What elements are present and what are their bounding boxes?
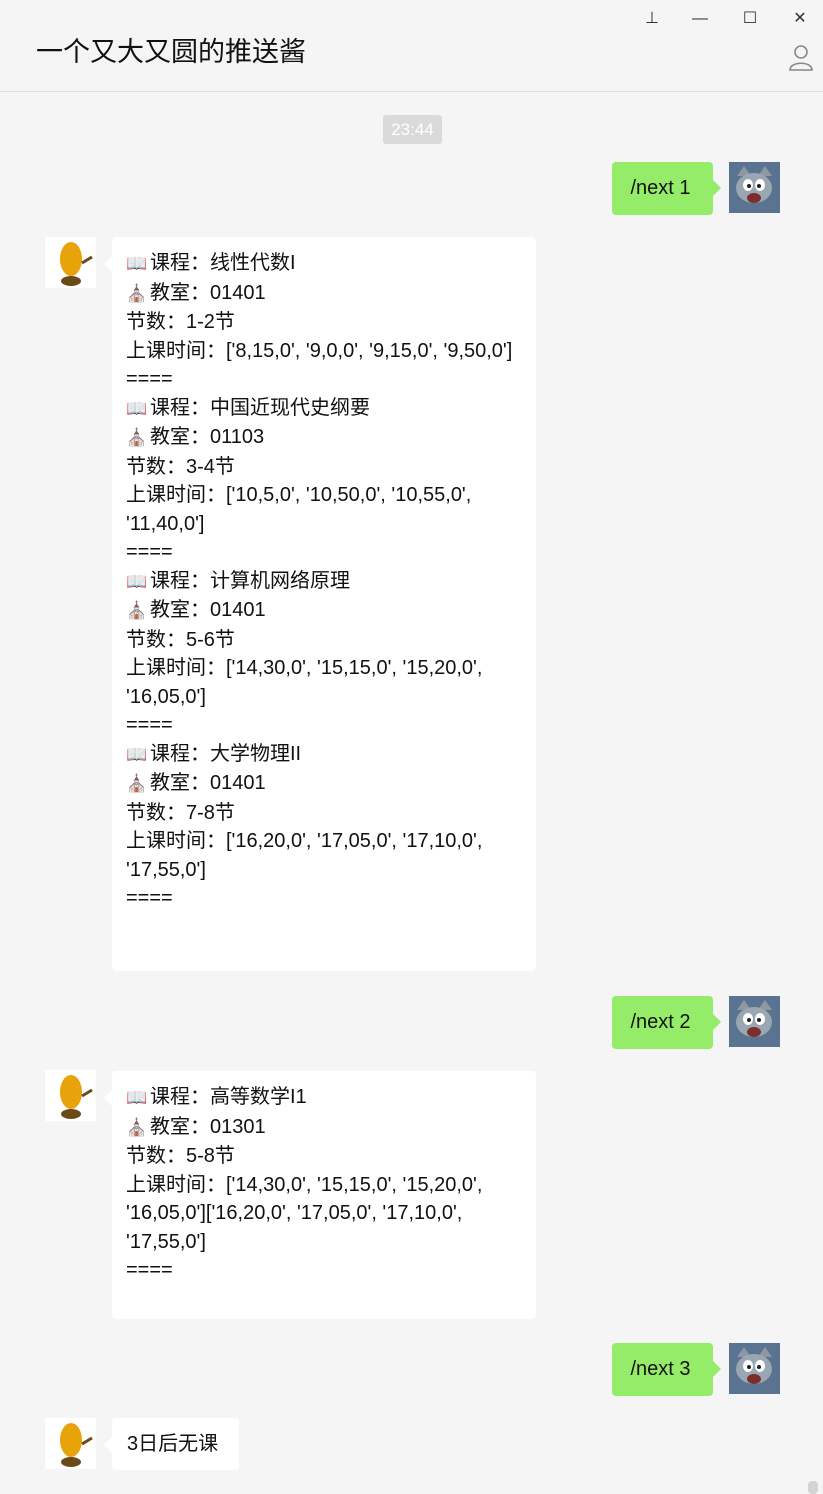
church-icon: ⛪ bbox=[126, 428, 148, 447]
message-line: ==== bbox=[126, 1256, 522, 1285]
book-icon: 📖 bbox=[126, 398, 148, 418]
message-line: 上课时间：['16,20,0', '17,05,0', '17,10,0', '… bbox=[126, 827, 522, 884]
message-line-text: 上课时间：['10,5,0', '10,50,0', '10,55,0', '1… bbox=[126, 484, 477, 535]
cat-avatar-icon bbox=[729, 1343, 780, 1394]
church-icon: ⛪ bbox=[126, 1117, 148, 1137]
bot-avatar-icon bbox=[45, 237, 96, 288]
message-line-text: 上课时间：['8,15,0', '9,0,0', '9,15,0', '9,50… bbox=[126, 339, 513, 362]
bot-avatar-icon bbox=[45, 1418, 96, 1469]
message-line: 节数：7-8节 bbox=[126, 799, 522, 828]
book-icon: 📖 bbox=[126, 744, 148, 764]
sent-message[interactable]: /next 3 bbox=[612, 1343, 721, 1396]
bot-avatar-icon bbox=[45, 1070, 96, 1121]
cat-avatar-icon bbox=[729, 162, 780, 213]
pin-icon: ⊥ bbox=[645, 10, 659, 27]
message-line: 📖 课程：计算机网络原理 bbox=[126, 567, 522, 597]
message-line: 📖 课程：大学物理II bbox=[126, 740, 522, 770]
chat-header: 一个又大又圆的推送酱 ⊥ — ☐ ✕ bbox=[0, 0, 823, 92]
message-line: 节数：1-2节 bbox=[126, 308, 522, 337]
message-line-text: ==== bbox=[126, 541, 173, 563]
message-line-text: ==== bbox=[126, 1259, 173, 1281]
sent-message[interactable]: /next 1 bbox=[612, 162, 721, 215]
profile-icon[interactable] bbox=[786, 42, 816, 72]
church-icon: ⛪ bbox=[126, 283, 148, 303]
message-line-text: 课程：计算机网络原理 bbox=[150, 569, 350, 592]
minimize-button[interactable]: — bbox=[688, 8, 712, 30]
received-message[interactable]: 📖 课程：高等数学I1 ⛪ 教室：01301 节数：5-8节 上课时间：['14,30,0… bbox=[104, 1071, 536, 1319]
message-line-text: 课程：中国近现代史纲要 bbox=[150, 396, 370, 419]
message-line-text: ==== bbox=[126, 368, 173, 390]
message-line: 📖 课程：中国近现代史纲要 bbox=[126, 394, 522, 424]
message-line-text: 节数：7-8节 bbox=[126, 801, 235, 824]
message-line: 节数：5-6节 bbox=[126, 626, 522, 655]
close-button[interactable]: ✕ bbox=[788, 8, 812, 30]
message-line: ==== bbox=[126, 365, 522, 394]
minimize-icon: — bbox=[692, 10, 708, 27]
message-line: 📖 课程：高等数学I1 bbox=[126, 1083, 522, 1113]
pin-button[interactable]: ⊥ bbox=[640, 8, 664, 30]
message-line: ==== bbox=[126, 538, 522, 567]
message-line-text: 课程：高等数学I1 bbox=[150, 1086, 307, 1108]
bot-avatar[interactable] bbox=[45, 1418, 96, 1469]
message-line-text: 上课时间：['16,20,0', '17,05,0', '17,10,0', '… bbox=[126, 830, 488, 881]
message-line-text: 教室：01401 bbox=[150, 599, 266, 621]
church-icon: ⛪ bbox=[126, 774, 148, 793]
message-line-text: 上课时间：['14,30,0', '15,15,0', '15,20,0', '… bbox=[126, 1173, 488, 1253]
user-avatar[interactable] bbox=[729, 1343, 780, 1394]
message-line-text: 教室：01301 bbox=[150, 1115, 266, 1138]
message-line: 上课时间：['8,15,0', '9,0,0', '9,15,0', '9,50… bbox=[126, 337, 522, 366]
book-icon: 📖 bbox=[126, 254, 148, 273]
message-line-text: 上课时间：['14,30,0', '15,15,0', '15,20,0', '… bbox=[126, 657, 488, 708]
maximize-icon: ☐ bbox=[742, 10, 758, 27]
message-line: ⛪ 教室：01401 bbox=[126, 279, 522, 309]
time-badge: 23:44 bbox=[383, 115, 442, 144]
cat-avatar-icon bbox=[729, 996, 780, 1047]
message-line-text: 课程：线性代数I bbox=[150, 252, 296, 274]
user-avatar[interactable] bbox=[729, 996, 780, 1047]
message-line: 节数：3-4节 bbox=[126, 453, 522, 482]
received-message[interactable]: 📖 课程：线性代数I ⛪ 教室：01401 节数：1-2节 上课时间：['8,15,0',… bbox=[104, 237, 536, 971]
message-line-text: 教室：01103 bbox=[150, 426, 265, 448]
message-line: 📖 课程：线性代数I bbox=[126, 249, 522, 279]
book-icon: 📖 bbox=[126, 1088, 148, 1107]
message-line-text: 课程：大学物理II bbox=[150, 742, 302, 765]
message-line-text: 节数：1-2节 bbox=[126, 311, 235, 333]
message-line-text: 教室：01401 bbox=[150, 772, 266, 794]
book-icon: 📖 bbox=[126, 571, 148, 591]
message-line: ⛪ 教室：01401 bbox=[126, 596, 522, 626]
sent-message[interactable]: /next 2 bbox=[612, 996, 721, 1049]
chat-title: 一个又大又圆的推送酱 bbox=[36, 37, 306, 67]
maximize-button[interactable]: ☐ bbox=[738, 8, 762, 30]
message-line: ⛪ 教室：01103 bbox=[126, 423, 522, 453]
message-line-text: ==== bbox=[126, 714, 173, 736]
message-line-text: ==== bbox=[126, 887, 173, 909]
message-line-text: 节数：3-4节 bbox=[126, 455, 235, 478]
message-line: 上课时间：['14,30,0', '15,15,0', '15,20,0', '… bbox=[126, 1171, 522, 1257]
message-line: ⛪ 教室：01301 bbox=[126, 1113, 522, 1143]
message-line: ==== bbox=[126, 884, 522, 913]
bot-avatar[interactable] bbox=[45, 237, 96, 288]
bot-avatar[interactable] bbox=[45, 1070, 96, 1121]
message-line-text: 教室：01401 bbox=[150, 281, 266, 304]
message-line: 节数：5-8节 bbox=[126, 1142, 522, 1171]
message-line-text: 节数：5-6节 bbox=[126, 628, 235, 651]
church-icon: ⛪ bbox=[126, 601, 148, 620]
message-line: 上课时间：['14,30,0', '15,15,0', '15,20,0', '… bbox=[126, 654, 522, 711]
close-icon: ✕ bbox=[793, 10, 807, 27]
scrollbar-thumb[interactable] bbox=[808, 1481, 818, 1494]
user-avatar[interactable] bbox=[729, 162, 780, 213]
message-line: ==== bbox=[126, 711, 522, 740]
message-line: 上课时间：['10,5,0', '10,50,0', '10,55,0', '1… bbox=[126, 481, 522, 538]
received-message[interactable]: 3日后无课 bbox=[104, 1418, 239, 1470]
message-line-text: 节数：5-8节 bbox=[126, 1145, 235, 1167]
message-line: ⛪ 教室：01401 bbox=[126, 769, 522, 799]
